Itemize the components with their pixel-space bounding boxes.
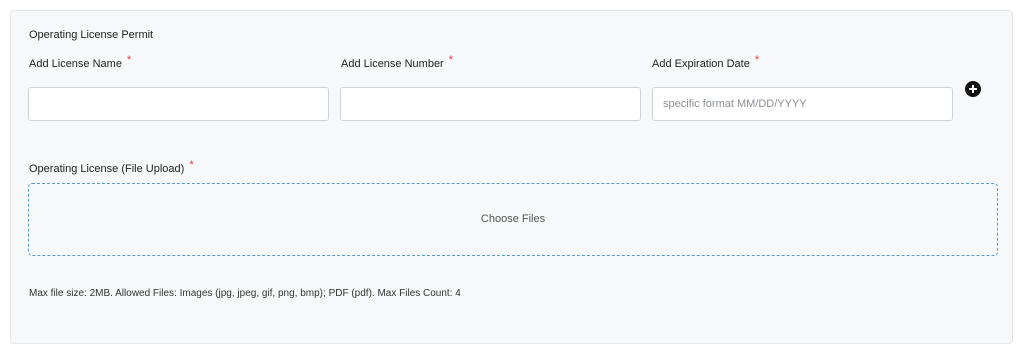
file-upload-dropzone[interactable]: Choose Files [28,183,998,256]
file-upload-label: Operating License (File Upload) * [29,159,194,175]
required-marker: * [126,54,132,66]
license-number-input[interactable] [340,87,641,121]
file-upload-label-text: Operating License (File Upload) [29,163,185,175]
plus-circle-icon[interactable] [965,81,981,97]
required-marker: * [189,159,194,171]
license-name-input[interactable] [28,87,329,121]
license-number-label-text: Add License Number [341,58,444,70]
license-name-label-text: Add License Name [29,58,122,70]
expiration-date-label: Add Expiration Date * [652,54,759,70]
license-name-label: Add License Name * [29,54,131,70]
expiration-date-label-text: Add Expiration Date [652,58,750,70]
section-title: Operating License Permit [29,29,154,41]
expiration-date-input[interactable] [652,87,953,121]
choose-files-text: Choose Files [480,213,546,225]
operating-license-panel: Operating License Permit Add License Nam… [10,10,1013,344]
required-marker: * [754,54,760,66]
license-number-label: Add License Number * [341,54,453,70]
upload-help-text: Max file size: 2MB. Allowed Files: Image… [29,288,461,299]
required-marker: * [448,54,454,66]
